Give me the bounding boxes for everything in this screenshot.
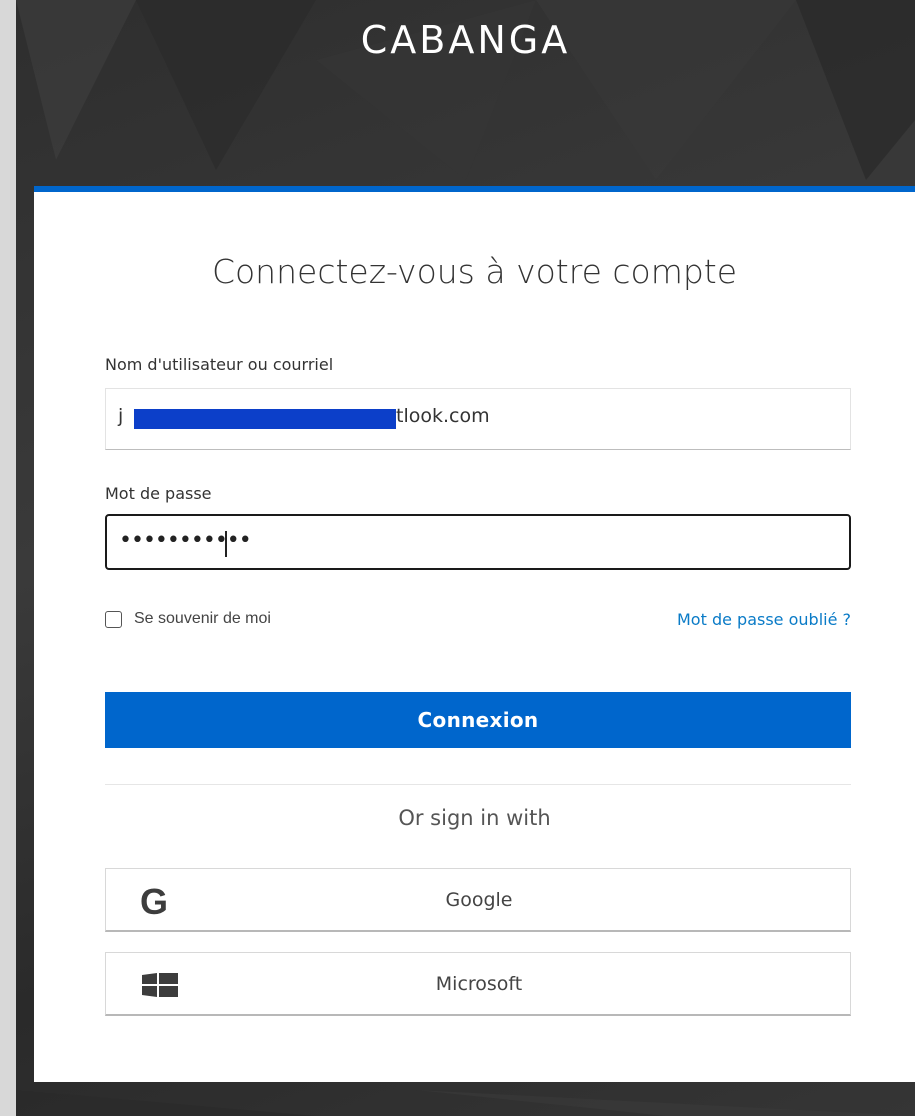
username-value: tlook.com (396, 405, 490, 427)
login-card: Connectez-vous à votre compte Nom d'util… (34, 186, 915, 1082)
remember-checkbox[interactable] (105, 610, 122, 628)
password-value: ••••••••••• (119, 528, 252, 553)
brand-title: CABANGA (360, 18, 571, 62)
text-caret (225, 531, 227, 557)
google-label: Google (445, 889, 513, 911)
password-input[interactable]: ••••••••••• (105, 514, 851, 570)
password-label: Mot de passe (105, 484, 212, 503)
forgot-password-link[interactable]: Mot de passe oublié ? (677, 610, 851, 629)
remember-me[interactable]: Se souvenir de moi (105, 610, 271, 628)
page-title: Connectez-vous à votre compte (211, 252, 738, 291)
google-sign-in-button[interactable]: G Google (105, 868, 851, 932)
microsoft-sign-in-button[interactable]: Microsoft (105, 952, 851, 1016)
redaction-bar (134, 409, 396, 429)
or-sign-in-text: Or sign in with (398, 806, 551, 830)
microsoft-label: Microsoft (435, 973, 523, 995)
divider (105, 784, 851, 785)
username-input[interactable]: tlook.com j (105, 388, 851, 450)
username-label: Nom d'utilisateur ou courriel (105, 355, 334, 374)
remember-label: Se souvenir de moi (134, 610, 271, 627)
login-button[interactable]: Connexion (105, 692, 851, 748)
